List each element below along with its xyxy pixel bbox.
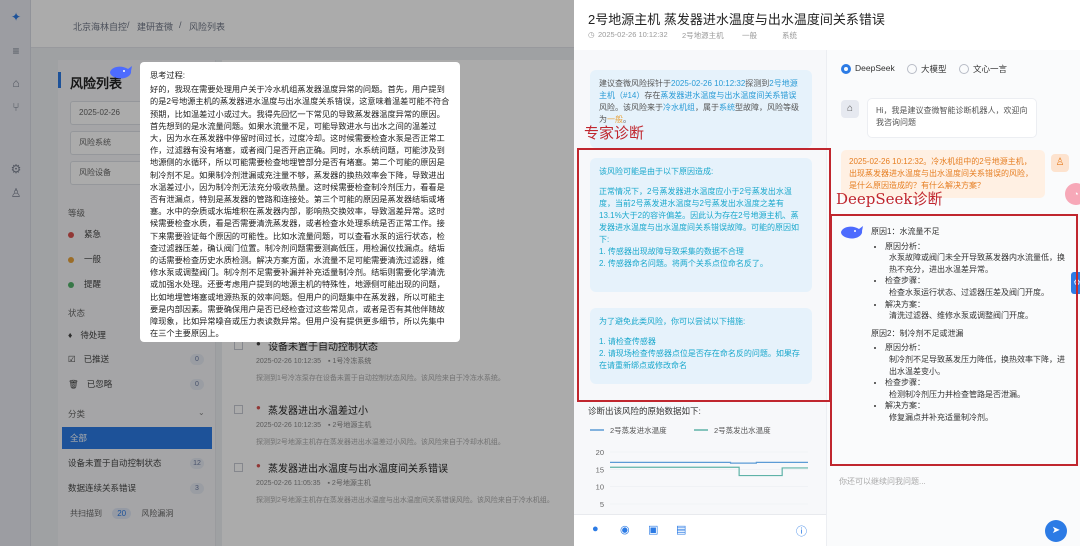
model-radio-deepseek[interactable]: [841, 64, 851, 74]
expert-annotation-label: 专家诊断: [584, 124, 645, 142]
send-button[interactable]: ➤: [1045, 520, 1067, 542]
y-tick-label: 15: [596, 465, 604, 474]
chat-input[interactable]: 你还可以继续问我问题...: [839, 476, 926, 487]
deepseek-annotation-box: [830, 214, 1078, 466]
expert-annotation-box: [577, 148, 831, 402]
meta-type: 系统: [782, 31, 797, 40]
info-icon[interactable]: ⓘ: [796, 523, 807, 539]
chart-caption: 诊断出该风险的原始数据如下:: [588, 406, 701, 416]
deepseek-whale-icon: [110, 66, 132, 79]
meta-level: 一般: [742, 31, 757, 40]
meta-time: 2025-02-26 10:12:32: [598, 30, 668, 39]
thinking-popup: 思考过程: 好的，我现在需要处理用户关于冷水机组蒸发器温度异常的问题。首先，用户…: [140, 62, 460, 342]
bot-greeting: Hi，我是建议查微智能诊断机器人，欢迎向我咨询问题: [867, 98, 1037, 138]
thinking-title: 思考过程:: [150, 71, 186, 80]
float-assist-icon[interactable]: ◔: [1065, 183, 1080, 205]
user-avatar: ♙: [1051, 154, 1069, 172]
detail-panel: 2号地源主机 蒸发器进水温度与出水温度间关系错误 ◷ 2025-02-26 10…: [574, 0, 1080, 546]
wechat-icon[interactable]: ◉: [620, 523, 630, 536]
legend-label: 2号蒸发进水温度: [610, 425, 667, 435]
delete-icon[interactable]: ▤: [676, 523, 686, 536]
temperature-chart: 2号蒸发进水温度 2号蒸发出水温度 20 15 10 5: [590, 425, 808, 509]
clock-icon: ◷: [588, 30, 595, 39]
y-tick-label: 10: [596, 483, 604, 492]
model-radio-llm[interactable]: [907, 64, 917, 74]
y-tick-label: 20: [596, 448, 604, 457]
meta-device: 2号地源主机: [682, 31, 724, 40]
chat-icon[interactable]: ●: [592, 523, 599, 535]
series-line: [610, 461, 808, 464]
model-radio-wenxin[interactable]: [959, 64, 969, 74]
thinking-body: 好的，我现在需要处理用户关于冷水机组蒸发器温度异常的问题。首先，用户提到的是2号…: [150, 85, 450, 339]
y-tick-label: 5: [600, 500, 604, 509]
bot-avatar: ⌂: [841, 100, 859, 118]
panel-title: 2号地源主机 蒸发器进水温度与出水温度间关系错误: [588, 12, 885, 27]
legend-label: 2号蒸发出水温度: [714, 425, 771, 435]
series-line: [610, 466, 808, 477]
action-bar: [574, 514, 826, 546]
deepseek-annotation-label: DeepSeek诊断: [836, 190, 943, 208]
share-icon[interactable]: ▣: [648, 523, 658, 536]
